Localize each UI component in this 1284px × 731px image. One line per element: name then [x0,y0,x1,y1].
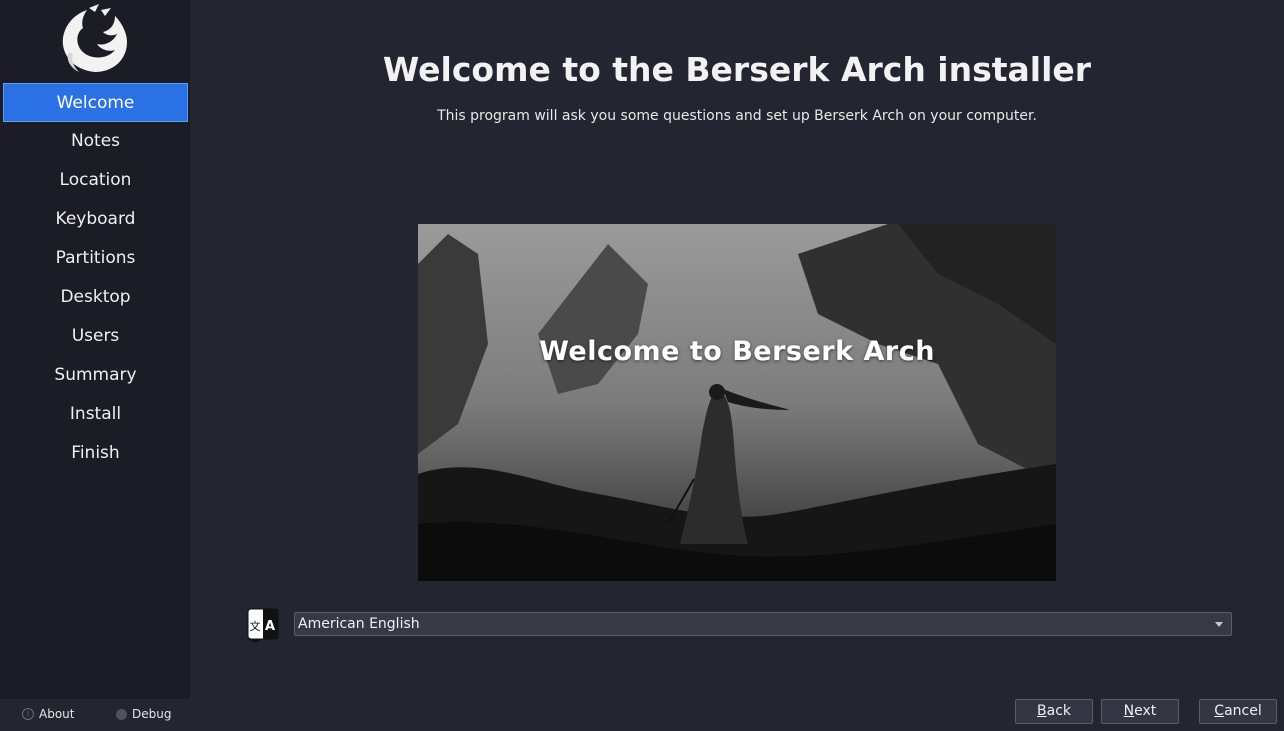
cancel-label: ancel [1224,703,1262,719]
info-icon: i [22,708,34,720]
language-select[interactable]: American English [294,612,1232,636]
chevron-down-icon [1215,622,1223,627]
svg-text:文: 文 [250,619,261,633]
next-button[interactable]: Next [1101,699,1179,724]
language-icon: 文 A [247,608,279,643]
cancel-button[interactable]: Cancel [1199,699,1277,724]
back-button[interactable]: Back [1015,699,1093,724]
sidebar-step-summary: Summary [54,365,137,385]
cancel-mnemonic: C [1214,703,1225,719]
sidebar-step-notes: Notes [70,131,121,151]
banner-caption: Welcome to Berserk Arch [539,336,935,367]
about-button[interactable]: i About [22,707,74,721]
sidebar-step-keyboard: Keyboard [55,209,136,229]
step-list: Welcome Notes Location Keyboard Partitions De… [0,83,190,473]
sidebar-step-location: Location [59,170,132,190]
svg-text:A: A [265,619,275,634]
sidebar-step-finish: Finish [71,443,120,463]
language-select-value: American English [298,616,420,632]
sidebar-step-users: Users [71,326,120,346]
sidebar-step-desktop: Desktop [60,287,131,307]
back-mnemonic: B [1037,703,1047,719]
debug-label: Debug [132,707,172,721]
back-label: ack [1046,703,1071,719]
page-subtitle: This program will ask you some questions… [437,108,1037,124]
next-label: ext [1134,703,1157,719]
banner-artwork [418,224,1056,581]
sidebar: Welcome Notes Location Keyboard Partitions De… [0,0,190,699]
about-label: About [39,707,75,721]
dragon-logo-icon [62,4,127,72]
debug-indicator-icon [116,708,127,720]
welcome-banner-image: Welcome to Berserk Arch [418,224,1056,581]
debug-button[interactable]: Debug [116,707,171,721]
next-mnemonic: N [1123,703,1135,719]
sidebar-footer: i About Debug [0,699,190,731]
sidebar-step-welcome: Welcome [3,83,188,122]
sidebar-step-partitions: Partitions [55,248,136,268]
sidebar-step-install: Install [69,404,122,424]
page-title: Welcome to the Berserk Arch installer [382,50,1092,89]
